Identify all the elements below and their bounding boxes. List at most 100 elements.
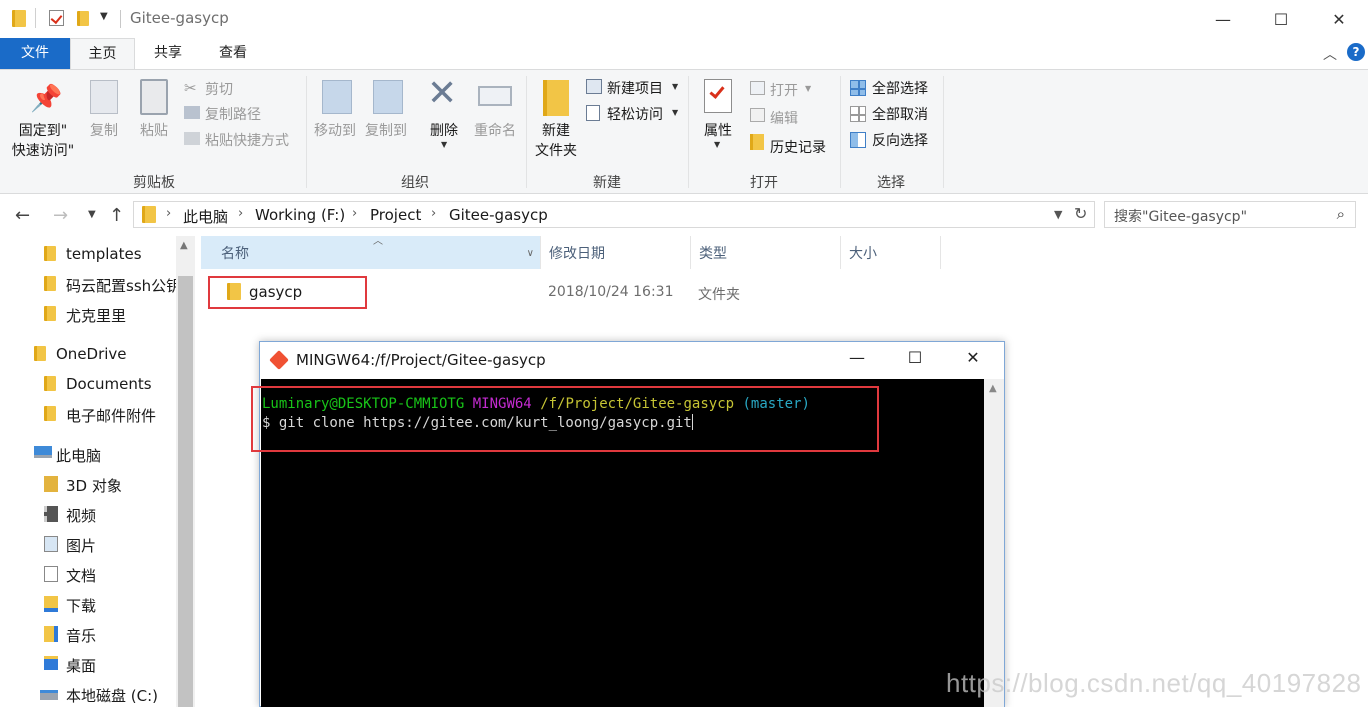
new-item-icon	[586, 79, 602, 94]
paste-shortcut-button[interactable]: 粘贴快捷方式	[205, 130, 289, 150]
easy-access-dropdown-icon[interactable]: ▼	[672, 108, 678, 117]
tab-view[interactable]: 查看	[203, 38, 263, 69]
close-button[interactable]: ✕	[1310, 0, 1368, 38]
terminal-close-button[interactable]: ✕	[944, 348, 1002, 374]
terminal-scrollbar[interactable]: ▲	[984, 379, 1004, 707]
delete-dropdown-chevron-icon[interactable]: ▼	[441, 140, 447, 149]
select-none-icon	[850, 106, 866, 122]
new-item-button[interactable]: 新建项目	[607, 78, 663, 98]
pin-label-line1: 固定到"	[18, 123, 68, 139]
pictures-icon	[44, 536, 58, 552]
breadcrumb-separator[interactable]: ›	[431, 206, 436, 221]
folder-icon	[44, 306, 56, 321]
tab-home[interactable]: 主页	[70, 38, 135, 70]
new-folder-label-line2: 文件夹	[535, 143, 577, 159]
breadcrumb-gitee-gasycp[interactable]: Gitee-gasycp	[449, 206, 548, 224]
column-header-type[interactable]: 类型	[691, 236, 841, 269]
back-arrow-icon[interactable]: ←	[15, 205, 30, 226]
nav-item-label: 3D 对象	[66, 477, 122, 495]
group-label-select: 选择	[877, 175, 905, 191]
breadcrumb-this-pc[interactable]: 此电脑	[183, 206, 228, 227]
properties-dropdown-icon[interactable]: ▼	[714, 140, 720, 149]
collapse-ribbon-chevron-icon[interactable]: ︿	[1323, 44, 1337, 64]
scroll-up-arrow-icon[interactable]: ▲	[989, 383, 997, 394]
breadcrumb-separator[interactable]: ›	[352, 206, 357, 221]
maximize-button[interactable]: ☐	[1252, 0, 1310, 38]
nav-item-label: 尤克里里	[66, 307, 127, 325]
breadcrumb-project[interactable]: Project	[370, 206, 421, 224]
nav-item-label: 文档	[66, 567, 97, 585]
help-icon[interactable]: ?	[1347, 43, 1365, 61]
copy-button[interactable]: 复制	[84, 121, 124, 141]
scrollbar-thumb[interactable]	[178, 276, 193, 707]
pin-quick-access-button[interactable]: 固定到" 快速访问"	[4, 121, 82, 161]
scissors-icon: ✂	[184, 79, 197, 97]
folder-icon	[44, 276, 56, 291]
breadcrumb-separator[interactable]: ›	[166, 206, 171, 221]
watermark: https://blog.csdn.net/qq_40197828	[946, 668, 1362, 698]
drive-icon	[40, 690, 58, 700]
search-input[interactable]: 搜索"Gitee-gasycp"	[1114, 206, 1247, 226]
terminal-minimize-button[interactable]: —	[828, 348, 886, 374]
minimize-button[interactable]: —	[1194, 0, 1252, 38]
address-history-chevron-icon[interactable]: ▼	[1054, 208, 1062, 221]
select-all-icon	[850, 80, 866, 96]
tab-share[interactable]: 共享	[138, 38, 198, 69]
rename-button[interactable]: 重命名	[470, 121, 520, 141]
nav-pane-scrollbar[interactable]: ▲	[176, 236, 195, 707]
column-header-name[interactable]: 名称 ︿ ∨	[201, 236, 541, 269]
search-box[interactable]: 搜索"Gitee-gasycp" ⌕	[1104, 201, 1356, 228]
move-to-button[interactable]: 移动到	[310, 121, 360, 141]
refresh-icon[interactable]: ↻	[1074, 204, 1087, 223]
new-folder-button[interactable]: 新建 文件夹	[530, 121, 582, 161]
column-filter-chevron-icon[interactable]: ∨	[527, 236, 534, 272]
column-header-date[interactable]: 修改日期	[541, 236, 691, 269]
new-item-dropdown-icon[interactable]: ▼	[672, 82, 678, 91]
cut-button[interactable]: 剪切	[205, 79, 233, 99]
properties-button[interactable]: 属性	[698, 121, 738, 141]
forward-arrow-icon[interactable]: →	[53, 205, 68, 226]
history-button[interactable]: 历史记录	[770, 137, 826, 157]
ribbon-tabs: 文件 主页 共享 查看	[0, 38, 1368, 70]
column-header-size[interactable]: 大小	[841, 236, 941, 269]
download-icon	[44, 596, 58, 612]
breadcrumb-separator[interactable]: ›	[238, 206, 243, 221]
address-bar[interactable]: › 此电脑 › Working (F:) › Project › Gitee-g…	[133, 201, 1095, 228]
copy-icon	[90, 80, 118, 114]
paste-button[interactable]: 粘贴	[134, 121, 174, 141]
group-divider	[526, 76, 527, 188]
highlight-box	[208, 276, 367, 309]
select-none-button[interactable]: 全部取消	[872, 104, 928, 124]
navigation-pane: templates 码云配置ssh公钥 尤克里里 OneDrive Docume…	[0, 236, 195, 707]
invert-selection-button[interactable]: 反向选择	[872, 130, 928, 150]
copy-path-icon	[184, 106, 200, 119]
folder-icon	[142, 206, 156, 223]
delete-button[interactable]: 删除	[422, 121, 466, 141]
select-all-button[interactable]: 全部选择	[872, 78, 928, 98]
up-arrow-icon[interactable]: ↑	[109, 205, 124, 226]
nav-item-label: OneDrive	[56, 345, 127, 363]
nav-item-label: 电子邮件附件	[66, 407, 157, 425]
nav-item-label: 视频	[66, 507, 97, 525]
open-button[interactable]: 打开	[770, 80, 798, 100]
terminal-maximize-button[interactable]: ☐	[886, 348, 944, 374]
scroll-up-arrow-icon[interactable]: ▲	[180, 240, 188, 251]
recent-locations-chevron-icon[interactable]: ▼	[88, 209, 96, 220]
properties-check-icon[interactable]	[49, 10, 64, 26]
computer-icon	[34, 446, 52, 458]
file-date: 2018/10/24 16:31	[548, 284, 674, 300]
customize-quick-access-icon[interactable]: ▼	[100, 11, 108, 22]
new-folder-icon[interactable]	[77, 11, 89, 26]
open-dropdown-icon[interactable]: ▼	[805, 84, 811, 93]
breadcrumb-working-drive[interactable]: Working (F:)	[255, 206, 345, 224]
tab-file[interactable]: 文件	[0, 38, 70, 69]
copy-to-button[interactable]: 复制到	[360, 121, 412, 141]
search-icon[interactable]: ⌕	[1337, 205, 1345, 223]
edit-button[interactable]: 编辑	[770, 108, 798, 128]
quick-access-divider	[35, 8, 36, 28]
pin-icon: 📌	[30, 84, 63, 114]
navigation-bar: ← → ▼ ↑ › 此电脑 › Working (F:) › Project ›…	[0, 194, 1368, 236]
copy-path-button[interactable]: 复制路径	[205, 104, 261, 124]
group-divider	[943, 76, 944, 188]
easy-access-button[interactable]: 轻松访问	[607, 104, 663, 124]
